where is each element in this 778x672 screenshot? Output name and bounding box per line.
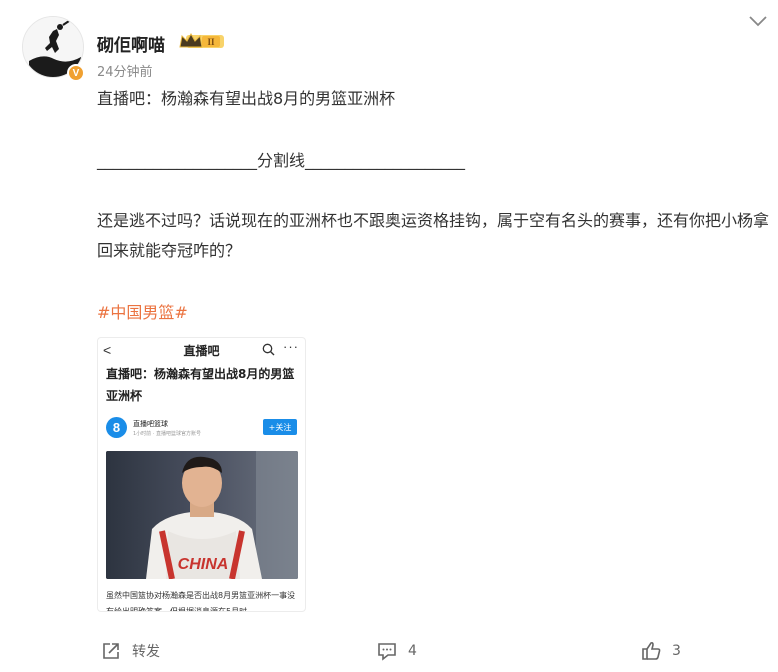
card-headline: 直播吧：杨瀚森有望出战8月的男篮亚洲杯 (106, 367, 295, 403)
username[interactable]: 砌佢啊喵 (97, 31, 165, 56)
verified-badge: V (67, 64, 85, 82)
search-icon (262, 343, 275, 356)
vip-crown-icon[interactable]: II (178, 31, 224, 51)
like-icon (642, 641, 661, 660)
post-time[interactable]: 24分钟前 (97, 61, 153, 80)
card-body-text: 虽然中国篮协对杨瀚森是否出战8月男篮亚洲杯一事没有给出明确答案，但根据消息源在5… (106, 591, 296, 612)
action-bar: 转发 4 3 (0, 634, 778, 672)
player-photo: CHINA (106, 451, 298, 579)
comment-count: 4 (408, 643, 417, 659)
comment-button[interactable]: 4 (376, 640, 417, 662)
share-button[interactable]: 转发 (100, 640, 160, 662)
card-source-sub: 1小时前 · 直播吧篮球官方账号 (133, 431, 201, 437)
post-divider: ____________________分割线_________________… (97, 151, 466, 170)
post-paragraph: 还是逃不过吗？话说现在的亚洲杯也不跟奥运资格挂钩，属于空有名头的赛事，还有你把小… (97, 211, 770, 260)
card-header: < 直播吧 ··· (98, 338, 305, 362)
card-source-name: 直播吧篮球 (133, 420, 168, 428)
comment-icon (378, 643, 396, 661)
like-count: 3 (672, 643, 681, 659)
card-follow-button: +关注 (263, 419, 297, 435)
source-logo: 8 (106, 417, 127, 438)
jersey-text: CHINA (178, 556, 229, 573)
vip-level: II (207, 37, 215, 47)
attached-image[interactable]: < 直播吧 ··· 直播吧：杨瀚森有望出战8月的男篮亚洲杯 8 直播吧篮球 1小… (97, 337, 306, 612)
card-more-icon: ··· (283, 339, 299, 354)
hashtag-link[interactable]: #中国男篮# (97, 298, 188, 328)
like-button[interactable]: 3 (640, 640, 681, 662)
chevron-down-icon[interactable] (748, 14, 768, 28)
share-icon (103, 643, 119, 659)
post-text-line1: 直播吧：杨瀚森有望出战8月的男篮亚洲杯 (97, 89, 396, 108)
share-label: 转发 (132, 644, 160, 660)
